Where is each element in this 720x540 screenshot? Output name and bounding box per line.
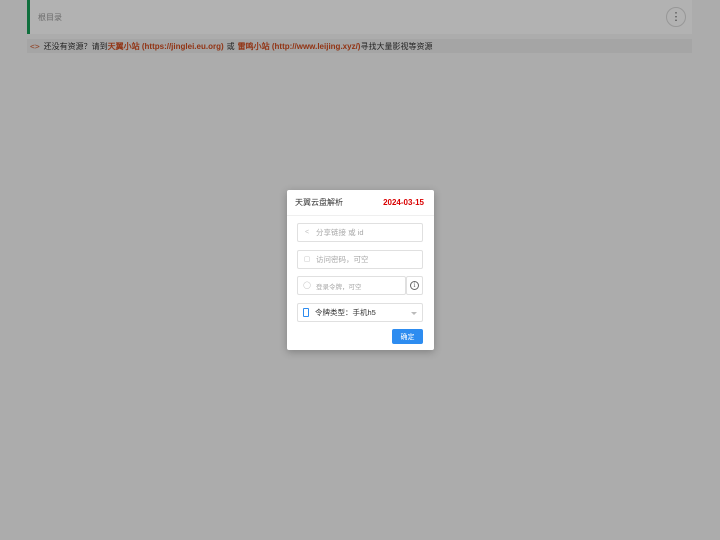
- token-type-select[interactable]: 令牌类型：手机h5: [297, 303, 423, 322]
- share-link-placeholder: 分享链接 或 id: [316, 228, 364, 237]
- password-input[interactable]: ▢ 访问密码，可空: [297, 250, 423, 269]
- dialog-header: 天翼云盘解析 2024-03-15: [287, 190, 434, 216]
- clock-icon: ◯: [303, 282, 311, 289]
- confirm-button[interactable]: 确定: [392, 329, 423, 344]
- dialog-title: 天翼云盘解析: [295, 198, 343, 207]
- phone-icon: [303, 308, 309, 317]
- token-info-button[interactable]: i: [406, 276, 423, 295]
- lock-icon: ▢: [303, 256, 311, 263]
- token-placeholder: 登录令牌，可空: [316, 283, 362, 291]
- dialog-date: 2024-03-15: [383, 198, 424, 207]
- share-link-input[interactable]: < 分享链接 或 id: [297, 223, 423, 242]
- password-placeholder: 访问密码，可空: [316, 255, 369, 264]
- info-icon: i: [410, 281, 419, 290]
- chevron-down-icon: [411, 312, 417, 315]
- share-icon: <: [304, 229, 310, 236]
- token-input[interactable]: ◯ 登录令牌，可空: [297, 276, 406, 295]
- parse-dialog: 天翼云盘解析 2024-03-15 < 分享链接 或 id ▢ 访问密码，可空 …: [287, 190, 434, 350]
- token-type-value: 令牌类型：手机h5: [315, 308, 376, 317]
